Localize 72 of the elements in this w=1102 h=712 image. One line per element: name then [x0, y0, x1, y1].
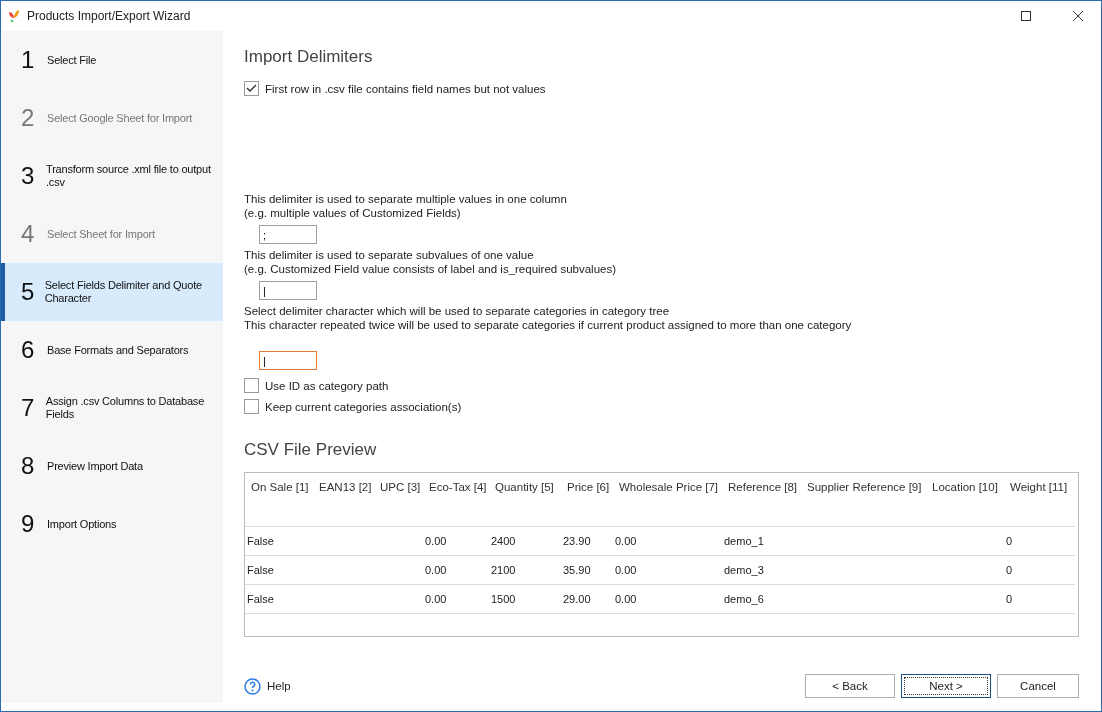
delimiter-description: Select delimiter character which will be used to separate categories in category tree: [244, 304, 671, 318]
delimiter-description: This character repeated twice will be used to separate categories if current product assigned to more than one category: [244, 318, 853, 332]
checkbox[interactable]: [244, 81, 259, 96]
delimiter-description: This delimiter is used to separate multiple values in one column: [244, 192, 568, 206]
wizard-step[interactable]: 3 Transform source .xml file to output .csv: [1, 147, 223, 205]
wizard-step[interactable]: 6 Base Formats and Separators: [1, 321, 223, 379]
table-cell: 2400: [489, 527, 561, 556]
checkbox-label: Use ID as category path: [265, 379, 389, 392]
delimiter-description: (e.g. Customized Field value consists of label and is_required subvalues): [244, 262, 618, 276]
table-cell: 2100: [489, 556, 561, 585]
help-link[interactable]: Help: [267, 680, 799, 692]
step-label: Transform source .xml file to output .csv: [46, 163, 212, 189]
table-cell: 0.00: [613, 556, 722, 585]
delimiter-field[interactable]: |: [259, 351, 317, 370]
table-cell: 0.00: [423, 527, 489, 556]
step-label: Select Sheet for Import: [47, 227, 155, 241]
app-logo-icon: [7, 9, 21, 23]
checkbox-label: Keep current categories association(s): [265, 400, 462, 413]
window-title: Products Import/Export Wizard: [27, 9, 192, 23]
step-number: 8: [21, 454, 36, 478]
delimiter-field[interactable]: ;: [259, 225, 317, 244]
wizard-step[interactable]: 1 Select File: [1, 31, 223, 89]
section-title: CSV File Preview: [244, 440, 378, 460]
step-number: 2: [21, 106, 36, 130]
step-number: 9: [21, 512, 36, 536]
step-label: Select Fields Delimiter and Quote Character: [44, 279, 203, 305]
wizard-button[interactable]: Cancel: [997, 674, 1079, 698]
table-cell: 0: [1004, 556, 1075, 585]
table-cell: 29.00: [561, 585, 613, 614]
checkbox-label: First row in .csv file contains field names but not values: [265, 82, 546, 95]
step-label: Select File: [47, 53, 97, 67]
step-number: 3: [21, 164, 36, 188]
table-cell: 0.00: [613, 585, 722, 614]
step-label: Import Options: [47, 517, 117, 531]
wizard-step[interactable]: 8 Preview Import Data: [1, 437, 223, 495]
table-cell: 0.00: [423, 556, 489, 585]
step-number: 1: [21, 48, 36, 72]
table-cell: False: [245, 556, 313, 585]
table-cell: demo_3: [722, 556, 801, 585]
step-label: Base Formats and Separators: [47, 343, 189, 357]
table-cell: False: [245, 527, 313, 556]
section-title: Import Delimiters: [244, 47, 374, 67]
step-label: Preview Import Data: [47, 459, 143, 473]
step-number: 5: [21, 280, 35, 304]
table-cell: 0.00: [613, 527, 722, 556]
table-cell: 0: [1004, 527, 1075, 556]
close-icon: [1073, 11, 1083, 21]
table-cell: 1500: [489, 585, 561, 614]
step-label: Assign .csv Columns to Database Fields: [45, 395, 206, 421]
wizard-button[interactable]: < Back: [805, 674, 895, 698]
delimiter-description: This delimiter is used to separate subvalues of one value: [244, 248, 535, 262]
step-label: Select Google Sheet for Import: [47, 111, 193, 125]
delimiter-field[interactable]: |: [259, 281, 317, 300]
table-cell: demo_6: [722, 585, 801, 614]
checkbox[interactable]: [244, 399, 259, 414]
table-cell: 23.90: [561, 527, 613, 556]
table-cell: 0.00: [423, 585, 489, 614]
help-icon[interactable]: [244, 677, 261, 695]
step-number: 7: [21, 396, 36, 420]
table-cell: 0: [1004, 585, 1075, 614]
checkbox[interactable]: [244, 378, 259, 393]
maximize-icon: [1021, 11, 1031, 21]
table-cell: 35.90: [561, 556, 613, 585]
step-number: 4: [21, 222, 36, 246]
delimiter-description: (e.g. multiple values of Customized Fields): [244, 206, 462, 220]
step-number: 6: [21, 338, 36, 362]
wizard-step[interactable]: 9 Import Options: [1, 495, 223, 553]
wizard-step[interactable]: 7 Assign .csv Columns to Database Fields: [1, 379, 223, 437]
table-cell: demo_1: [722, 527, 801, 556]
table-cell: False: [245, 585, 313, 614]
wizard-button[interactable]: Next >: [901, 674, 991, 698]
wizard-step[interactable]: 5 Select Fields Delimiter and Quote Character: [1, 263, 223, 321]
